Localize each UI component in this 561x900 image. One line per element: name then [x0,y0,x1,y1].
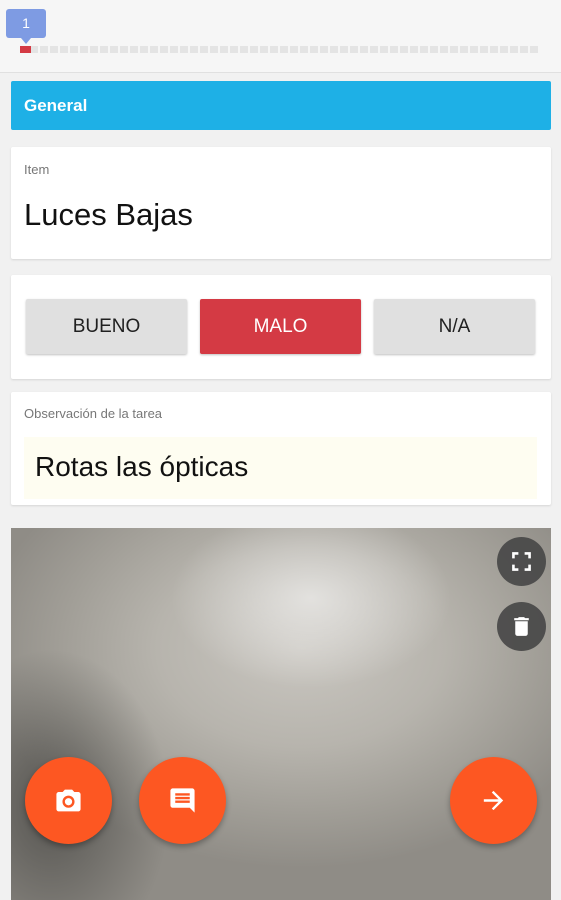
step-indicator[interactable]: 1 [6,9,46,44]
section-header: General [11,81,551,130]
progress-fill [20,46,31,53]
delete-photo-button[interactable] [497,602,546,651]
observation-label: Observación de la tarea [24,406,163,421]
observation-field[interactable]: Rotas las ópticas [24,437,537,499]
arrow-right-icon [483,790,504,811]
status-choice-card: BUENO MALO N/A [11,275,551,379]
item-label: Item [24,162,50,177]
fullscreen-icon [512,552,531,571]
good-button[interactable]: BUENO [26,299,187,354]
progress-bar-area: 1 [0,0,561,73]
next-button[interactable] [450,757,537,844]
item-value: Luces Bajas [24,197,193,232]
comment-button[interactable] [139,757,226,844]
camera-icon [56,789,81,812]
comment-icon [170,788,195,813]
fullscreen-button[interactable] [497,537,546,586]
photo-preview [11,528,551,900]
observation-card: Observación de la tarea Rotas las óptica… [11,392,551,505]
na-button[interactable]: N/A [374,299,535,354]
item-card: Item Luces Bajas [11,147,551,259]
trash-icon [514,617,529,636]
camera-button[interactable] [25,757,112,844]
progress-track [20,46,538,53]
bad-button[interactable]: MALO [200,299,361,354]
